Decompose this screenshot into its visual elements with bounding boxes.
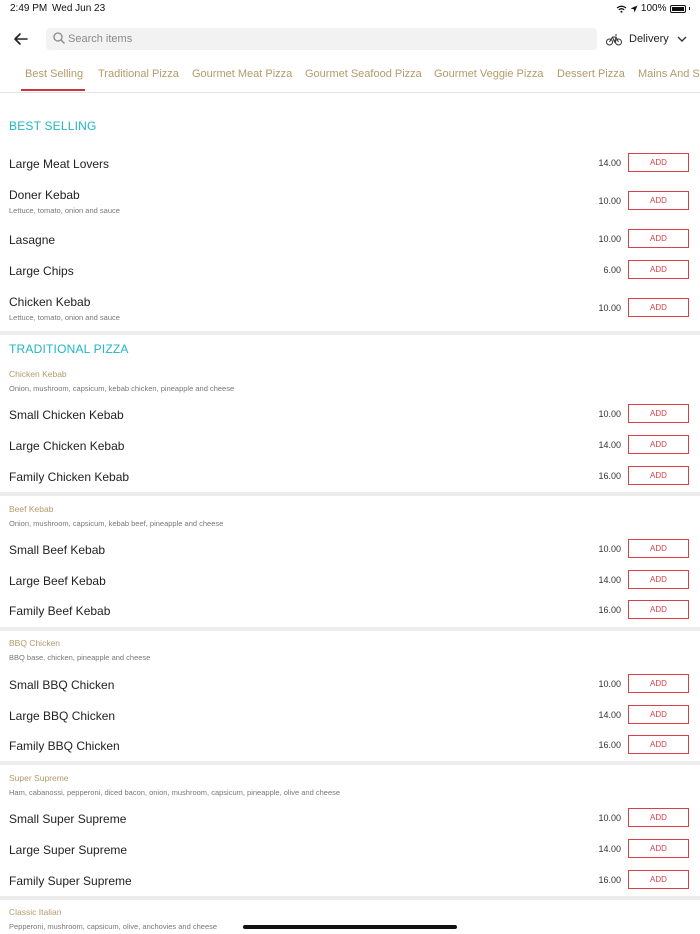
item-name: Family BBQ Chicken: [9, 739, 120, 753]
add-button[interactable]: ADD: [628, 870, 689, 889]
delivery-label: Delivery: [629, 33, 669, 45]
status-time: 2:49 PM: [10, 3, 48, 14]
item-price: 14.00: [598, 158, 621, 168]
add-button[interactable]: ADD: [628, 229, 689, 248]
battery-icon: [669, 4, 686, 13]
tab-gourmet-meat-pizza[interactable]: Gourmet Meat Pizza: [192, 68, 292, 80]
item-name: Family Chicken Kebab: [9, 470, 130, 484]
item-price: 10.00: [598, 679, 621, 689]
add-button[interactable]: ADD: [628, 539, 689, 558]
wifi-icon: [616, 5, 627, 13]
item-name: Large Beef Kebab: [9, 574, 106, 588]
status-bar: 2:49 PM Wed Jun 23 100%: [0, 0, 700, 18]
item-price: 14.00: [598, 440, 621, 450]
item-name: Chicken Kebab: [9, 295, 91, 309]
item-name: Lasagne: [9, 233, 56, 247]
item-price: 16.00: [598, 471, 621, 481]
section-title-traditional-pizza: TRADITIONAL PIZZA: [9, 342, 129, 356]
add-button[interactable]: ADD: [628, 839, 689, 858]
item-price: 14.00: [598, 710, 621, 720]
search-icon: [53, 32, 65, 44]
item-price: 16.00: [598, 740, 621, 750]
item-description: Lettuce, tomato, onion and sauce: [9, 206, 120, 215]
category-tabs: Best Selling Traditional Pizza Gourmet M…: [0, 60, 700, 93]
active-tab-indicator: [21, 89, 85, 91]
item-price: 10.00: [598, 303, 621, 313]
add-button[interactable]: ADD: [628, 466, 689, 485]
section-divider: [0, 331, 700, 335]
item-price: 14.00: [598, 575, 621, 585]
item-description: Lettuce, tomato, onion and sauce: [9, 313, 120, 322]
group-description: Pepperoni, mushroom, capsicum, olive, an…: [9, 922, 218, 931]
tab-gourmet-seafood-pizza[interactable]: Gourmet Seafood Pizza: [305, 68, 422, 80]
add-button[interactable]: ADD: [628, 570, 689, 589]
item-name: Large BBQ Chicken: [9, 709, 116, 723]
item-price: 10.00: [598, 196, 621, 206]
add-button[interactable]: ADD: [628, 191, 689, 210]
add-button[interactable]: ADD: [628, 298, 689, 317]
arrow-left-icon: [14, 33, 28, 45]
tab-mains-and-sides[interactable]: Mains And Si: [638, 68, 700, 80]
item-price: 10.00: [598, 234, 621, 244]
item-name: Large Chips: [9, 264, 74, 278]
item-price: 14.00: [598, 844, 621, 854]
group-title: Chicken Kebab: [9, 369, 67, 379]
group-divider: [0, 627, 700, 631]
add-button[interactable]: ADD: [628, 435, 689, 454]
group-description: BBQ base, chicken, pineapple and cheese: [9, 653, 151, 662]
group-title: Classic Italian: [9, 907, 62, 917]
item-price: 6.00: [603, 265, 621, 275]
item-price: 10.00: [598, 544, 621, 554]
group-title: BBQ Chicken: [9, 638, 61, 648]
group-divider: [0, 896, 700, 900]
item-name: Doner Kebab: [9, 188, 80, 202]
add-button[interactable]: ADD: [628, 600, 689, 619]
item-price: 16.00: [598, 605, 621, 615]
tab-gourmet-veggie-pizza[interactable]: Gourmet Veggie Pizza: [434, 68, 543, 80]
tab-traditional-pizza[interactable]: Traditional Pizza: [98, 68, 179, 80]
home-indicator[interactable]: [243, 925, 457, 929]
item-name: Small BBQ Chicken: [9, 678, 115, 692]
item-name: Large Meat Lovers: [9, 157, 110, 171]
battery-tip: [688, 7, 690, 10]
search-input[interactable]: [68, 28, 588, 50]
group-divider: [0, 492, 700, 496]
group-description: Onion, mushroom, capsicum, kebab beef, p…: [9, 519, 224, 528]
top-bar: Delivery: [0, 26, 700, 54]
item-price: 10.00: [598, 409, 621, 419]
section-title-best-selling: BEST SELLING: [9, 119, 97, 133]
add-button[interactable]: ADD: [628, 404, 689, 423]
status-date: Wed Jun 23: [52, 3, 106, 14]
item-name: Family Super Supreme: [9, 874, 132, 888]
add-button[interactable]: ADD: [628, 153, 689, 172]
location-arrow-icon: [630, 5, 638, 12]
item-price: 10.00: [598, 813, 621, 823]
group-description: Onion, mushroom, capsicum, kebab chicken…: [9, 384, 235, 393]
group-title: Super Supreme: [9, 773, 69, 783]
item-price: 16.00: [598, 875, 621, 885]
add-button[interactable]: ADD: [628, 674, 689, 693]
search-bar[interactable]: [46, 28, 597, 50]
tab-best-selling[interactable]: Best Selling: [25, 68, 83, 80]
item-name: Small Chicken Kebab: [9, 408, 124, 422]
item-name: Small Beef Kebab: [9, 543, 106, 557]
delivery-selector[interactable]: Delivery: [606, 28, 688, 50]
add-button[interactable]: ADD: [628, 735, 689, 754]
tab-dessert-pizza[interactable]: Dessert Pizza: [557, 68, 625, 80]
item-name: Small Super Supreme: [9, 812, 127, 826]
item-name: Family Beef Kebab: [9, 604, 111, 618]
add-button[interactable]: ADD: [628, 808, 689, 827]
group-title: Beef Kebab: [9, 504, 54, 514]
back-button[interactable]: [10, 28, 32, 50]
status-right: 100%: [616, 3, 690, 14]
item-name: Large Chicken Kebab: [9, 439, 125, 453]
group-description: Ham, cabanossi, pepperoni, diced bacon, …: [9, 788, 341, 797]
add-button[interactable]: ADD: [628, 260, 689, 279]
chevron-down-icon: [677, 36, 687, 42]
group-divider: [0, 761, 700, 765]
battery-percent: 100%: [640, 3, 667, 14]
bicycle-icon: [606, 34, 622, 45]
item-name: Large Super Supreme: [9, 843, 128, 857]
add-button[interactable]: ADD: [628, 705, 689, 724]
